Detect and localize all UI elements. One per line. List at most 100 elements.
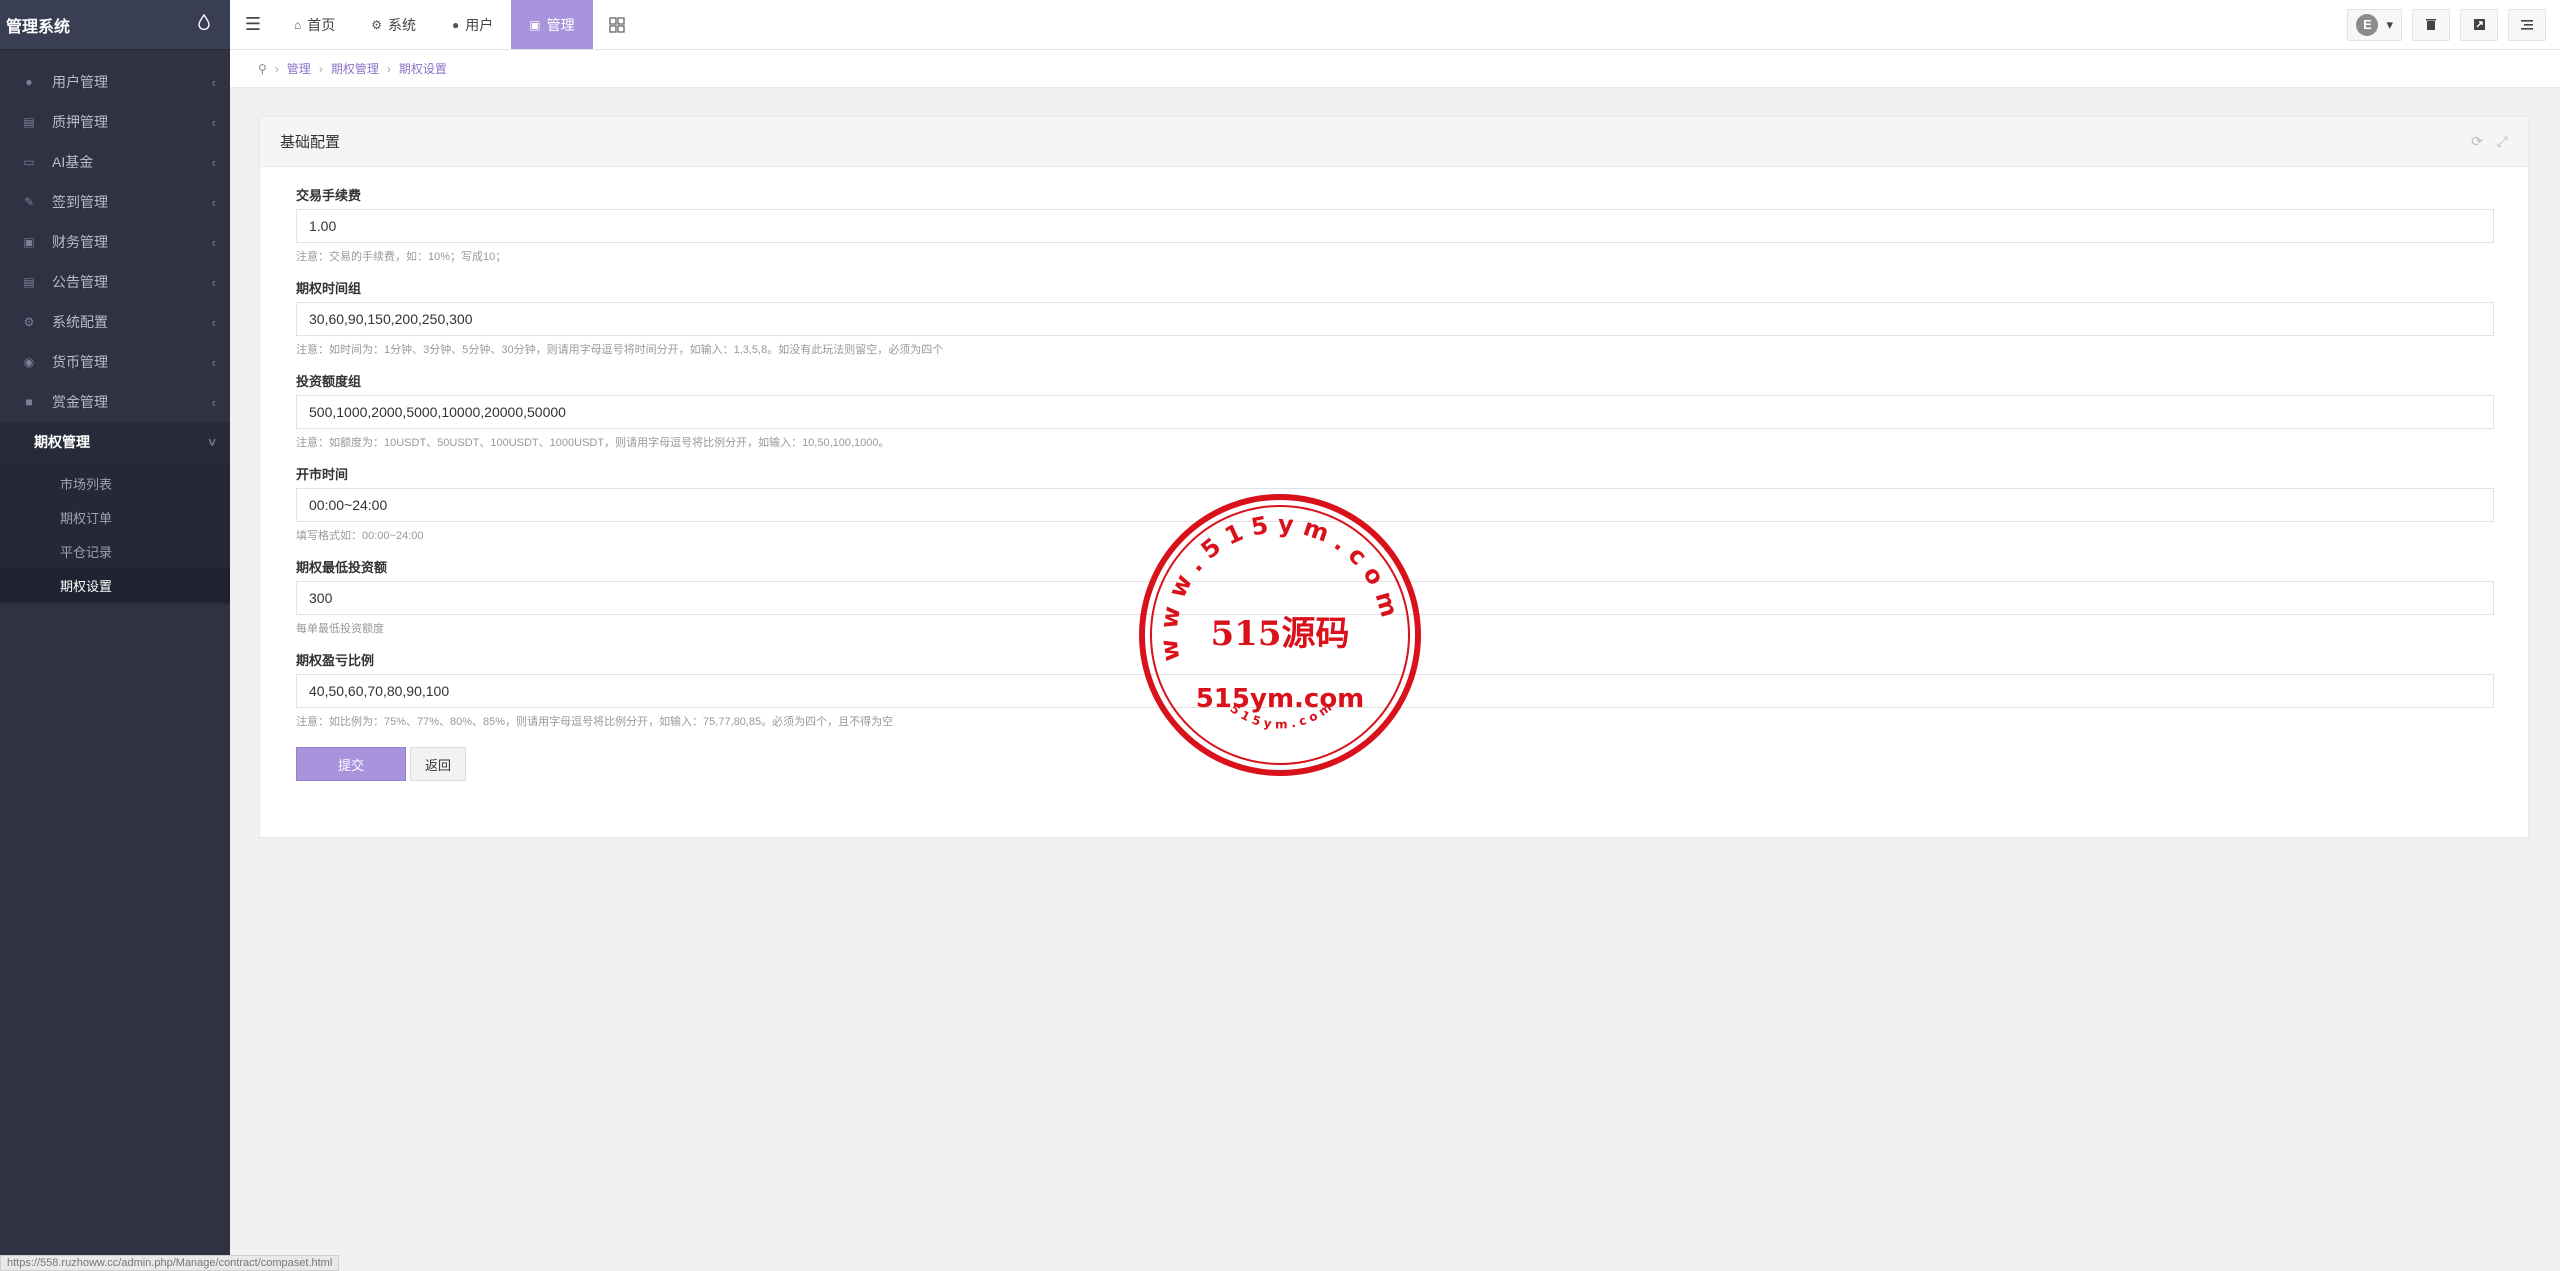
stamp-domain-text: 515ym.com: [1196, 684, 1365, 714]
field-help: 注意：交易的手续费，如：10%；写成10；: [296, 251, 507, 263]
menu-lines-icon[interactable]: [2508, 8, 2546, 41]
stamp-center-text: 515源码: [1211, 614, 1350, 654]
sidebar-subitem-label: 期权订单: [60, 510, 113, 526]
field-time-group: 期权时间组 注意：如时间为：1分钟、3分钟、5分钟、30分钟，则请用字母逗号将时…: [296, 278, 2494, 357]
sidebar-item-label: 货币管理: [52, 354, 108, 370]
chevron-left-icon: ‹: [211, 234, 216, 250]
grid-icon[interactable]: [593, 0, 641, 49]
breadcrumb-item[interactable]: 管理: [287, 60, 311, 77]
chevron-left-icon: ‹: [211, 194, 216, 210]
sidebar-item-label: 签到管理: [52, 194, 108, 210]
top-right-tools: E ▾: [2347, 0, 2560, 49]
edit-icon: ✎: [23, 195, 35, 209]
sidebar-submenu: 市场列表 期权订单 平仓记录 期权设置: [0, 462, 230, 604]
caret-down-icon: ▾: [2386, 16, 2393, 32]
user-icon: ●: [452, 17, 460, 32]
sidebar-subitem-option-orders[interactable]: 期权订单: [0, 500, 230, 534]
field-help: 注意：如时间为：1分钟、3分钟、5分钟、30分钟，则请用字母逗号将时间分开，如输…: [296, 344, 944, 356]
nav-label: 管理: [546, 16, 575, 33]
sidebar-item-system-config[interactable]: ⚙ 系统配置 ‹: [0, 302, 230, 342]
chevron-left-icon: ‹: [211, 394, 216, 410]
card-title: 基础配置: [280, 134, 341, 151]
theme-drop-icon[interactable]: [198, 13, 210, 35]
user-icon: ●: [25, 75, 33, 89]
top-nav: ⌂ 首页 ⚙ 系统 ● 用户 ▣ 管理: [276, 0, 593, 49]
monitor-icon: ▭: [23, 155, 35, 169]
home-icon: ⌂: [294, 17, 302, 32]
sidebar-subitem-market-list[interactable]: 市场列表: [0, 466, 230, 500]
field-help: 注意：如额度为：10USDT、50USDT、100USDT、1000USDT，则…: [296, 437, 890, 449]
briefcase-icon: ▣: [529, 17, 541, 32]
nav-label: 系统: [388, 16, 417, 33]
sidebar-subitem-label: 平仓记录: [60, 544, 113, 560]
gears-icon: ⚙: [23, 315, 35, 329]
field-label: 交易手续费: [296, 188, 362, 203]
chevron-left-icon: ‹: [211, 154, 216, 170]
sidebar-item-label: 质押管理: [52, 114, 108, 130]
status-url: https://558.ruzhoww.cc/admin.php/Manage/…: [0, 1255, 340, 1271]
sidebar-item-checkin[interactable]: ✎ 签到管理 ‹: [0, 182, 230, 222]
sidebar-subitem-label: 期权设置: [60, 578, 113, 594]
breadcrumb-item[interactable]: 期权管理: [331, 60, 379, 77]
nav-home[interactable]: ⌂ 首页: [276, 0, 353, 49]
lock-icon: ■: [25, 395, 33, 409]
fullscreen-icon[interactable]: ⤢: [2497, 133, 2508, 150]
app-title: 管理系统: [6, 18, 71, 36]
sidebar-item-label: 系统配置: [52, 314, 108, 330]
nav-system[interactable]: ⚙ 系统: [353, 0, 434, 49]
gear-icon: ⚙: [371, 17, 383, 32]
top-bar: ☰ ⌂ 首页 ⚙ 系统 ● 用户 ▣ 管理 E ▾: [230, 0, 2560, 50]
list-icon: ▤: [23, 115, 35, 129]
field-trade-fee: 交易手续费 注意：交易的手续费，如：10%；写成10；: [296, 185, 2494, 264]
map-marker-icon: ⚲: [258, 61, 267, 76]
sidebar-item-bounty[interactable]: ■ 赏金管理 ‹: [0, 382, 230, 422]
breadcrumb: ⚲ › 管理 › 期权管理 › 期权设置: [230, 50, 2560, 88]
refresh-icon[interactable]: ⟳: [2471, 133, 2483, 150]
list-icon: ▤: [23, 275, 35, 289]
sidebar-item-ai-fund[interactable]: ▭ AI基金 ‹: [0, 142, 230, 182]
nav-user[interactable]: ● 用户: [434, 0, 511, 49]
field-amount-group: 投资额度组 注意：如额度为：10USDT、50USDT、100USDT、1000…: [296, 371, 2494, 450]
back-button[interactable]: 返回: [410, 747, 466, 781]
chevron-left-icon: ‹: [211, 314, 216, 330]
menu-toggle-icon[interactable]: ☰: [230, 0, 276, 49]
sidebar-item-label: AI基金: [52, 154, 94, 170]
amount-group-input[interactable]: [296, 395, 2494, 429]
trade-fee-input[interactable]: [296, 209, 2494, 243]
sidebar-subitem-label: 市场列表: [60, 476, 113, 492]
sidebar-item-label: 用户管理: [52, 74, 108, 90]
sidebar-item-label: 财务管理: [52, 234, 108, 250]
chevron-left-icon: ‹: [211, 74, 216, 90]
submit-button[interactable]: 提交: [296, 747, 406, 781]
nav-manage[interactable]: ▣ 管理: [511, 0, 593, 49]
field-label: 开市时间: [296, 467, 349, 482]
trash-icon[interactable]: [2412, 8, 2450, 41]
card-header: 基础配置 ⟳ ⤢: [260, 117, 2528, 167]
sidebar-item-notice[interactable]: ▤ 公告管理 ‹: [0, 262, 230, 302]
sidebar: 管理系统 ● 用户管理 ‹ ▤ 质押管理 ‹ ▭ AI基金 ‹ ✎ 签到管理 ‹…: [0, 0, 230, 1271]
chevron-left-icon: ‹: [211, 274, 216, 290]
nav-label: 用户: [465, 16, 494, 33]
sidebar-subitem-close-records[interactable]: 平仓记录: [0, 534, 230, 568]
sidebar-item-staking[interactable]: ▤ 质押管理 ‹: [0, 102, 230, 142]
breadcrumb-item[interactable]: 期权设置: [399, 60, 447, 77]
sidebar-item-users[interactable]: ● 用户管理 ‹: [0, 62, 230, 102]
field-label: 期权时间组: [296, 281, 362, 296]
sidebar-item-currency[interactable]: ◉ 货币管理 ‹: [0, 342, 230, 382]
sidebar-subitem-option-settings[interactable]: 期权设置: [0, 568, 230, 602]
sidebar-menu: ● 用户管理 ‹ ▤ 质押管理 ‹ ▭ AI基金 ‹ ✎ 签到管理 ‹ ▣ 财务…: [0, 50, 230, 604]
user-menu-button[interactable]: E ▾: [2347, 8, 2402, 41]
chevron-left-icon: ‹: [211, 114, 216, 130]
nav-label: 首页: [307, 16, 336, 33]
sidebar-item-label: 期权管理: [34, 434, 90, 450]
money-icon: ▣: [23, 235, 35, 249]
external-link-icon[interactable]: [2460, 8, 2498, 41]
sidebar-item-options[interactable]: 期权管理 ˅: [0, 422, 230, 462]
field-label: 投资额度组: [296, 374, 362, 389]
globe-icon: ◉: [23, 355, 35, 369]
time-group-input[interactable]: [296, 302, 2494, 336]
chevron-left-icon: ‹: [211, 354, 216, 370]
card-tools: ⟳ ⤢: [2471, 133, 2508, 150]
sidebar-item-label: 公告管理: [52, 274, 108, 290]
sidebar-item-finance[interactable]: ▣ 财务管理 ‹: [0, 222, 230, 262]
